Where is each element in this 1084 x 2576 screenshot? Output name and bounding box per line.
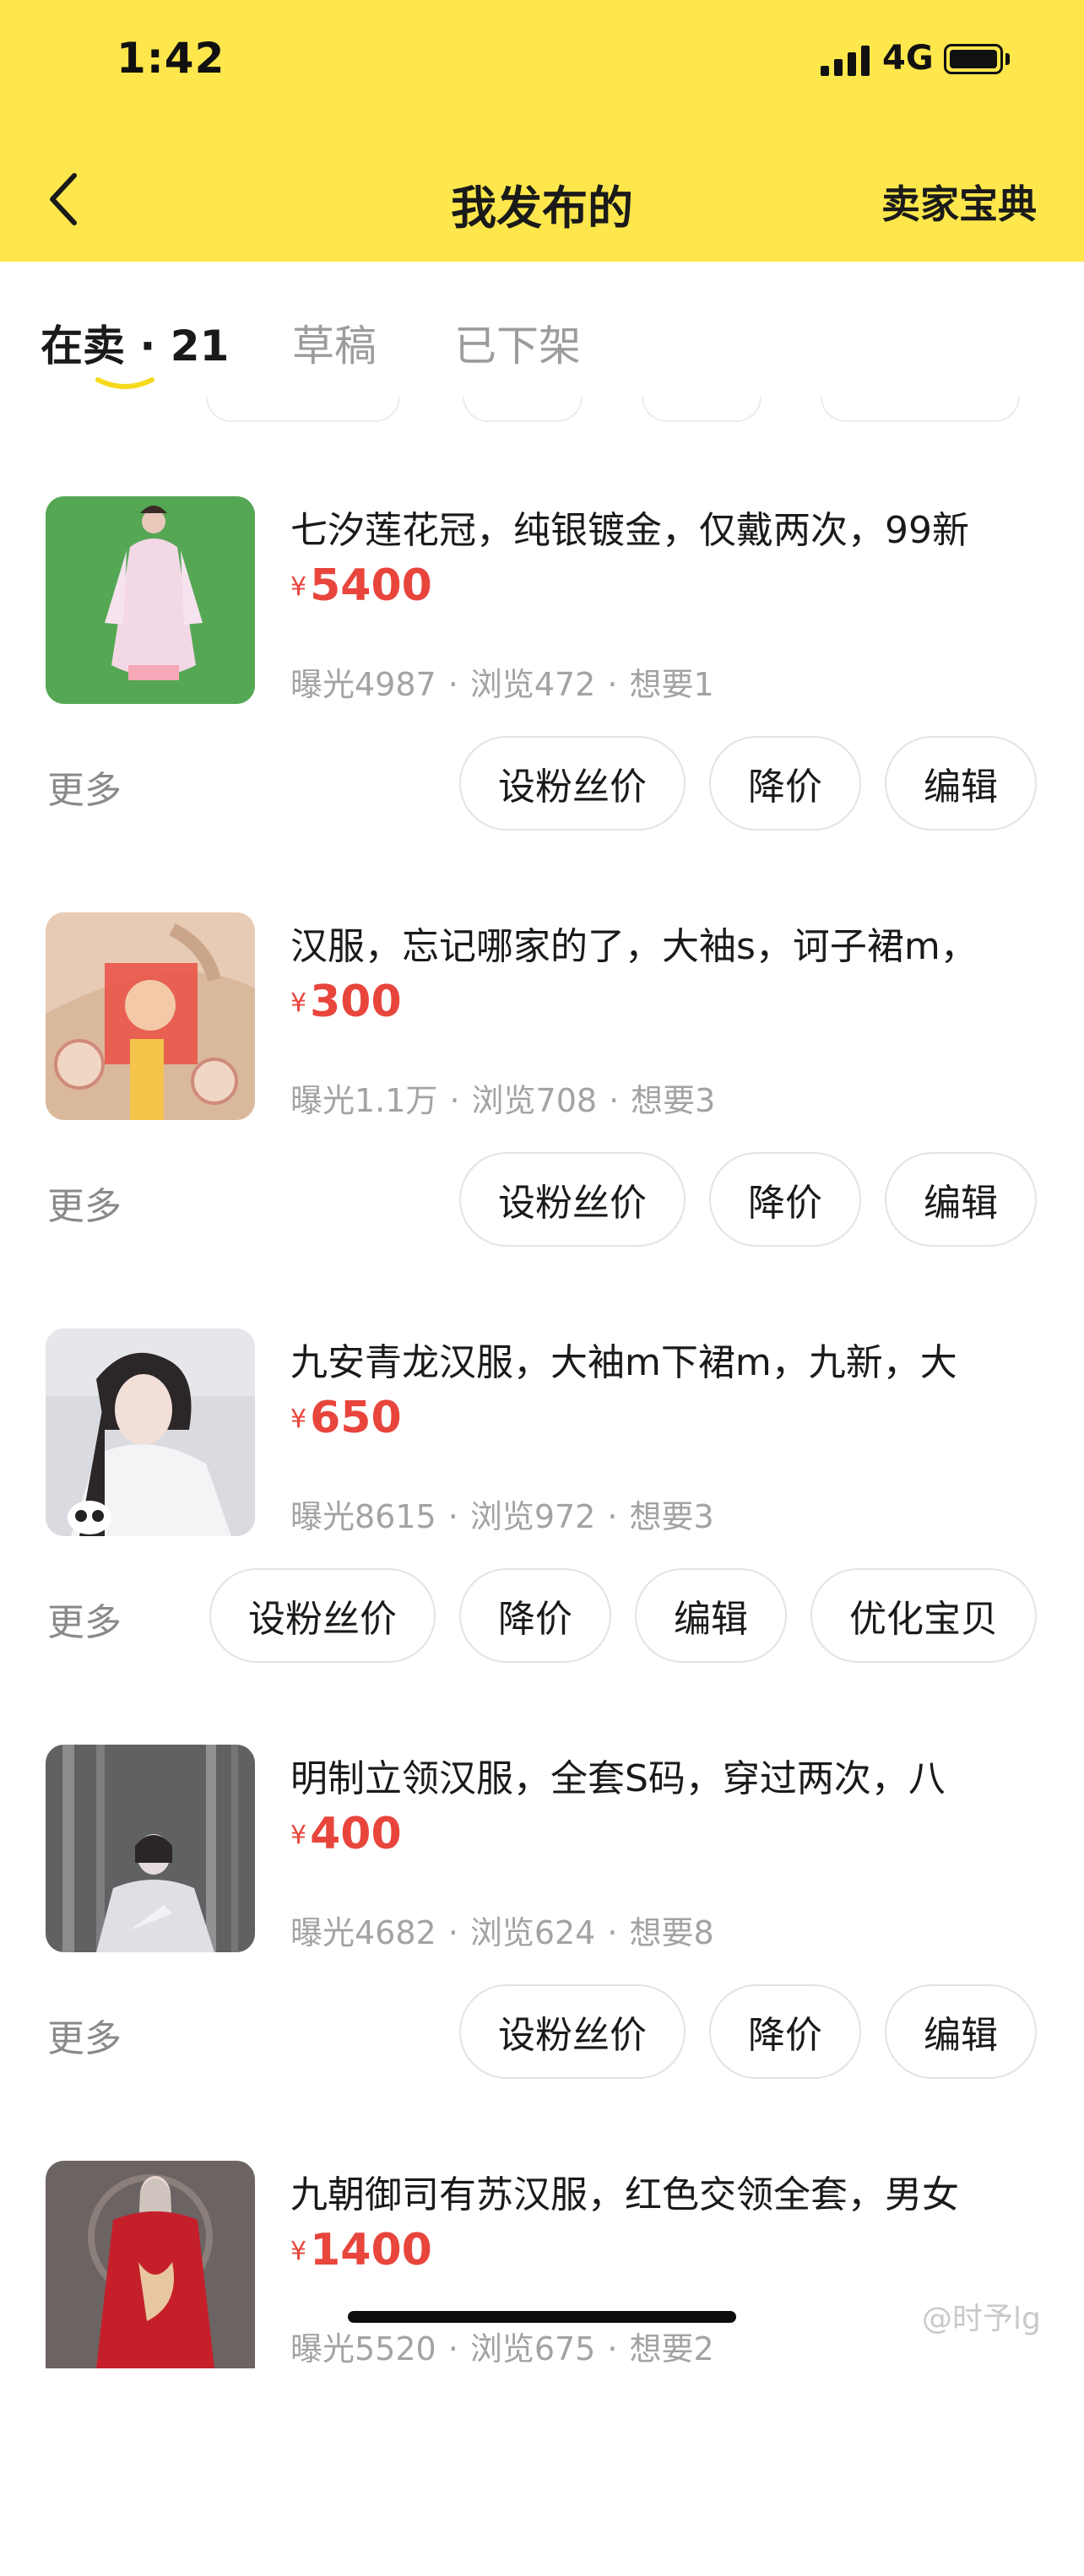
- item-price: ¥650: [290, 1393, 402, 1443]
- reduce-price-button[interactable]: 降价: [709, 736, 861, 831]
- filter-chip[interactable]: [821, 397, 1020, 422]
- reduce-price-button[interactable]: 降价: [709, 1152, 861, 1247]
- optimize-item-button[interactable]: 优化宝贝: [810, 1568, 1037, 1663]
- set-fan-price-button[interactable]: 设粉丝价: [209, 1568, 436, 1663]
- item-price: ¥300: [290, 977, 402, 1027]
- seller-guide-link[interactable]: 卖家宝典: [881, 174, 1037, 230]
- item-photo-image: [46, 496, 255, 704]
- item-photo[interactable]: [46, 1329, 255, 1536]
- stat-exposure: 曝光4682: [290, 1914, 436, 1951]
- listing-item[interactable]: 九朝御司有苏汉服，红色交领全套，男女 ¥1400 曝光5520 · 浏览675 · 想要…: [0, 2161, 1084, 2576]
- set-fan-price-button[interactable]: 设粉丝价: [459, 1152, 686, 1247]
- tab-on-sale[interactable]: 在卖 · 21: [41, 312, 229, 373]
- filter-chip[interactable]: [206, 397, 400, 422]
- stat-wants: 想要1: [629, 666, 714, 703]
- item-photo-image: [46, 912, 255, 1120]
- set-fan-price-button[interactable]: 设粉丝价: [459, 1984, 686, 2079]
- stat-wants: 想要3: [629, 1498, 714, 1535]
- stat-views: 浏览472: [469, 666, 596, 703]
- price-amount: 400: [310, 1809, 402, 1859]
- tab-removed[interactable]: 已下架: [454, 312, 581, 373]
- set-fan-price-button[interactable]: 设粉丝价: [459, 736, 686, 831]
- network-label: 4G: [882, 39, 934, 78]
- item-title: 明制立领汉服，全套S码，穿过两次，八: [290, 1757, 946, 1800]
- item-title: 九朝御司有苏汉服，红色交领全套，男女: [290, 2173, 959, 2216]
- stat-exposure: 曝光5520: [290, 2330, 436, 2368]
- tab-bar: 在卖 · 21 草稿 已下架: [0, 262, 1084, 422]
- item-photo-image: [46, 1329, 255, 1536]
- status-time: 1:42: [117, 34, 225, 83]
- currency-symbol: ¥: [290, 2237, 307, 2266]
- item-stats: 曝光8615 · 浏览972 · 想要3: [290, 1498, 714, 1535]
- edit-button[interactable]: 编辑: [635, 1568, 787, 1663]
- item-price: ¥5400: [290, 560, 432, 611]
- listing-item[interactable]: 七汐莲花冠，纯银镀金，仅戴两次，99新 ¥5400 曝光4987 · 浏览472 · 想…: [0, 496, 1084, 912]
- item-title: 七汐莲花冠，纯银镀金，仅戴两次，99新: [290, 509, 969, 552]
- item-title: 九安青龙汉服，大袖m下裙m，九新，大: [290, 1341, 957, 1384]
- currency-symbol: ¥: [290, 988, 307, 1018]
- stat-wants: 想要3: [631, 1082, 716, 1119]
- stat-views: 浏览972: [469, 1498, 596, 1535]
- top-bar: 1:42 4G 我发布的 卖家宝典: [0, 0, 1084, 262]
- currency-symbol: ¥: [290, 1821, 307, 1850]
- listing-item[interactable]: 九安青龙汉服，大袖m下裙m，九新，大 ¥650 曝光8615 · 浏览972 · 想要3…: [0, 1329, 1084, 1744]
- home-indicator: [348, 2311, 736, 2323]
- reduce-price-button[interactable]: 降价: [459, 1568, 611, 1663]
- filter-chip[interactable]: [463, 397, 583, 422]
- action-buttons: 设粉丝价 降价 编辑 优化宝贝: [209, 1568, 1037, 1663]
- stat-views: 浏览624: [469, 1914, 596, 1951]
- item-photo[interactable]: [46, 912, 255, 1120]
- item-price: ¥1400: [290, 2225, 432, 2276]
- stat-exposure: 曝光8615: [290, 1498, 436, 1535]
- edit-button[interactable]: 编辑: [885, 1152, 1037, 1247]
- item-photo-image: [46, 1745, 255, 1952]
- price-amount: 650: [310, 1393, 402, 1443]
- battery-icon: [944, 44, 1003, 74]
- stat-exposure: 曝光4987: [290, 666, 436, 703]
- item-stats: 曝光4682 · 浏览624 · 想要8: [290, 1914, 714, 1951]
- item-photo-image: [46, 2161, 255, 2368]
- item-title: 汉服，忘记哪家的了，大袖s，诃子裙m，: [290, 925, 978, 968]
- battery-tip: [1005, 53, 1010, 65]
- item-stats: 曝光1.1万 · 浏览708 · 想要3: [290, 1082, 716, 1119]
- item-photo[interactable]: [46, 496, 255, 704]
- price-amount: 1400: [310, 2225, 432, 2276]
- stat-wants: 想要8: [629, 1914, 714, 1951]
- item-photo[interactable]: [46, 2161, 255, 2368]
- currency-symbol: ¥: [290, 572, 307, 602]
- stat-exposure: 曝光1.1万: [290, 1082, 438, 1119]
- item-photo[interactable]: [46, 1745, 255, 1952]
- stat-views: 浏览675: [469, 2330, 596, 2368]
- currency-symbol: ¥: [290, 1404, 307, 1434]
- price-amount: 5400: [310, 560, 432, 611]
- price-amount: 300: [310, 977, 402, 1027]
- more-button[interactable]: 更多: [47, 2008, 122, 2062]
- listing-item[interactable]: 明制立领汉服，全套S码，穿过两次，八 ¥400 曝光4682 · 浏览624 · 想要8…: [0, 1745, 1084, 2160]
- edit-button[interactable]: 编辑: [885, 1984, 1037, 2079]
- more-button[interactable]: 更多: [47, 1592, 122, 1646]
- stat-wants: 想要2: [629, 2330, 714, 2368]
- action-buttons: 设粉丝价 降价 编辑: [459, 1152, 1037, 1247]
- more-button[interactable]: 更多: [47, 760, 122, 814]
- reduce-price-button[interactable]: 降价: [709, 1984, 861, 2079]
- active-tab-indicator: [95, 377, 154, 389]
- tab-drafts[interactable]: 草稿: [292, 312, 377, 373]
- listing-item[interactable]: 汉服，忘记哪家的了，大袖s，诃子裙m， ¥300 曝光1.1万 · 浏览708 · 想要…: [0, 912, 1084, 1328]
- edit-button[interactable]: 编辑: [885, 736, 1037, 831]
- item-price: ¥400: [290, 1809, 402, 1859]
- signal-icon: [821, 46, 870, 76]
- more-button[interactable]: 更多: [47, 1176, 122, 1230]
- stat-views: 浏览708: [471, 1082, 598, 1119]
- action-buttons: 设粉丝价 降价 编辑: [459, 1984, 1037, 2079]
- filter-chip[interactable]: [642, 397, 762, 422]
- watermark: @时予lg: [922, 2302, 1041, 2336]
- action-buttons: 设粉丝价 降价 编辑: [459, 736, 1037, 831]
- item-stats: 曝光5520 · 浏览675 · 想要2: [290, 2330, 714, 2368]
- item-stats: 曝光4987 · 浏览472 · 想要1: [290, 666, 714, 703]
